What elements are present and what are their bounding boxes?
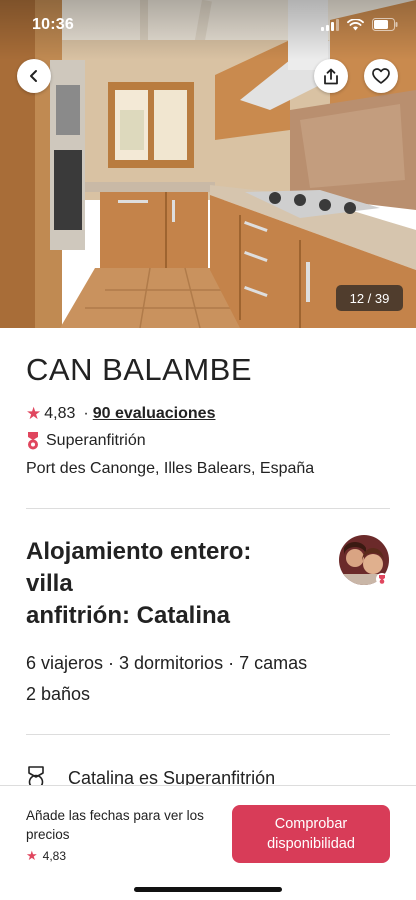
check-availability-button[interactable]: Comprobar disponibilidad	[232, 805, 390, 863]
divider	[26, 734, 390, 735]
rating-value: 4,83	[44, 405, 76, 422]
capacity-details: 6 viajeros · 3 dormitorios · 7 camas	[26, 653, 308, 673]
location-text[interactable]: Port des Canonge, Illes Balears, España	[26, 460, 314, 478]
superhost-badge: Superanfitrión	[26, 432, 146, 450]
host-avatar[interactable]	[338, 534, 390, 586]
lodging-title: Alojamiento entero: villa anfitrión: Cat…	[26, 536, 326, 632]
bottom-rating-value: 4,83	[42, 849, 67, 863]
lodging-title-line: Alojamiento entero:	[26, 538, 252, 565]
signal-icon	[321, 18, 339, 31]
status-icons	[321, 18, 398, 31]
back-arrow-icon	[30, 70, 37, 82]
save-favorite-button[interactable]	[364, 59, 398, 93]
photo-counter: 12 / 39	[336, 285, 403, 311]
superhost-medal-icon	[26, 432, 40, 450]
reservation-bar: Añade las fechas para ver los precios ★ …	[0, 785, 416, 900]
home-indicator[interactable]	[134, 887, 282, 892]
battery-icon	[372, 18, 398, 31]
divider	[26, 508, 390, 509]
status-bar: 10:36	[0, 0, 416, 54]
bottom-rating: ★ 4,83	[26, 848, 66, 864]
star-icon: ★	[26, 404, 42, 423]
separator-dot: ·	[83, 405, 89, 422]
reviews-link[interactable]: 90 evaluaciones	[93, 405, 216, 423]
price-note: Añade las fechas para ver los precios	[26, 808, 204, 842]
heart-icon	[372, 68, 390, 84]
status-time: 10:36	[32, 16, 74, 33]
share-button[interactable]	[314, 59, 348, 93]
rating-row: ★ 4,83 · 90 evaluaciones	[26, 404, 215, 424]
star-icon: ★	[26, 848, 38, 863]
wifi-icon	[347, 18, 364, 30]
bathroom-details: 2 baños	[26, 684, 91, 704]
superhost-label: Superanfitrión	[46, 432, 146, 449]
lodging-title-line: villa	[26, 570, 73, 597]
share-icon	[324, 68, 338, 84]
listing-title: CAN BALAMBE	[26, 352, 253, 387]
lodging-title-line: anfitrión: Catalina	[26, 602, 231, 629]
back-button[interactable]	[17, 59, 51, 93]
